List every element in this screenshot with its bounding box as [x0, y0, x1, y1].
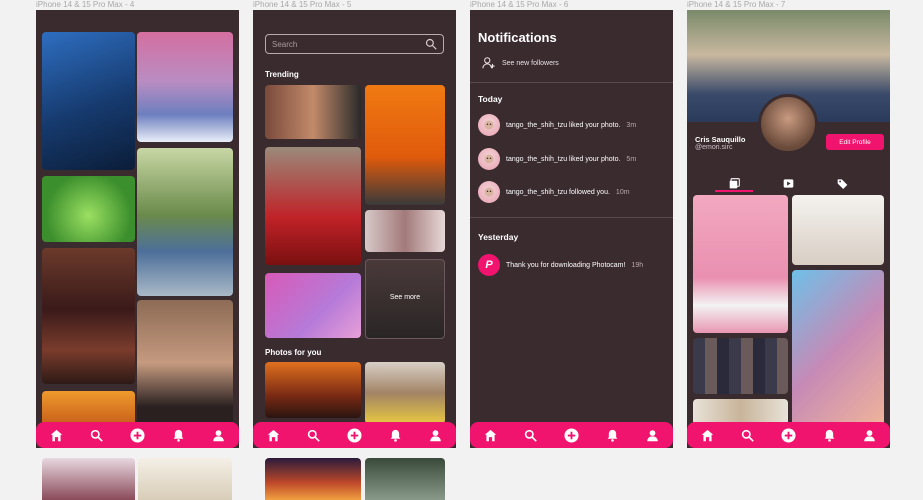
profile-photo-4[interactable] — [792, 270, 884, 426]
photos-tab-icon[interactable] — [727, 176, 741, 190]
dog-avatar — [478, 114, 500, 136]
notification-text: tango_the_shih_tzu followed you. — [506, 188, 610, 196]
add-user-icon — [482, 57, 495, 69]
frame-label-5: iPhone 14 & 15 Pro Max - 5 — [253, 0, 352, 9]
recommended-photo-1[interactable] — [265, 362, 361, 418]
photo-ladybugs[interactable] — [42, 176, 135, 242]
photo-camera-woman[interactable] — [42, 32, 135, 170]
search-icon — [425, 38, 437, 50]
search-icon[interactable] — [89, 427, 105, 443]
trending-photo-4[interactable] — [365, 210, 445, 252]
bottom-navbar — [253, 422, 456, 448]
profile-photo-1[interactable] — [693, 195, 788, 333]
see-new-followers-label: See new followers — [502, 59, 559, 67]
avatar[interactable] — [758, 94, 818, 154]
trending-photo-2[interactable] — [365, 85, 445, 205]
search-icon[interactable] — [306, 427, 322, 443]
home-icon[interactable] — [699, 427, 715, 443]
notifications-screen: Notifications See new followers Today ta… — [470, 10, 673, 448]
photocam-logo-icon: P — [478, 254, 500, 276]
search-icon[interactable] — [523, 427, 539, 443]
profile-handle: @emori.sirc — [695, 144, 733, 151]
bottom-navbar — [687, 422, 890, 448]
profile-photo-2[interactable] — [792, 195, 884, 265]
notification-time: 3m — [626, 121, 637, 129]
profile-photo-3[interactable] — [693, 338, 788, 394]
add-icon[interactable] — [346, 427, 362, 443]
bottom-navbar — [36, 422, 239, 448]
notification-item[interactable]: tango_the_shih_tzu liked your photo. 5m — [478, 148, 636, 170]
profile-name: Cris Sauquillo — [695, 135, 746, 144]
home-icon[interactable] — [48, 427, 64, 443]
search-placeholder: Search — [272, 39, 298, 49]
notification-time: 10m — [615, 188, 630, 196]
see-more-tile[interactable]: See more — [365, 259, 445, 339]
dog-avatar — [478, 181, 500, 203]
user-icon[interactable] — [862, 427, 878, 443]
frame-label-6: iPhone 14 & 15 Pro Max - 6 — [470, 0, 569, 9]
search-input[interactable]: Search — [265, 34, 444, 54]
bell-icon[interactable] — [604, 427, 620, 443]
divider — [470, 82, 673, 83]
notification-text: tango_the_shih_tzu liked your photo. — [506, 121, 621, 129]
see-new-followers-link[interactable]: See new followers — [482, 56, 559, 70]
trending-photo-3[interactable] — [265, 147, 361, 265]
photo-celebrity[interactable] — [137, 300, 233, 426]
home-screen — [36, 10, 239, 448]
overflow-photo-person — [365, 458, 445, 500]
notification-time: 19h — [631, 261, 644, 269]
home-icon[interactable] — [265, 427, 281, 443]
notification-item[interactable]: tango_the_shih_tzu liked your photo. 3m — [478, 114, 636, 136]
notification-item[interactable]: tango_the_shih_tzu followed you. 10m — [478, 181, 630, 203]
photos-for-you-heading: Photos for you — [265, 348, 322, 357]
frame-label-4: iPhone 14 & 15 Pro Max - 4 — [36, 0, 135, 9]
dog-avatar — [478, 148, 500, 170]
notification-item[interactable]: P Thank you for downloading Photocam! 19… — [478, 254, 643, 276]
add-icon[interactable] — [563, 427, 579, 443]
see-more-label: See more — [389, 294, 421, 301]
today-heading: Today — [478, 94, 503, 104]
trending-photo-1[interactable] — [265, 85, 361, 139]
edit-profile-button[interactable]: Edit Profile — [826, 134, 884, 150]
notifications-title: Notifications — [478, 30, 557, 45]
bottom-navbar — [470, 422, 673, 448]
bell-icon[interactable] — [387, 427, 403, 443]
user-icon[interactable] — [428, 427, 444, 443]
home-icon[interactable] — [482, 427, 498, 443]
profile-screen: Cris Sauquillo @emori.sirc Edit Profile — [687, 10, 890, 448]
frame-label-7: iPhone 14 & 15 Pro Max - 7 — [687, 0, 786, 9]
bell-icon[interactable] — [821, 427, 837, 443]
bell-icon[interactable] — [170, 427, 186, 443]
search-icon[interactable] — [740, 427, 756, 443]
add-icon[interactable] — [129, 427, 145, 443]
overflow-photo-anime — [42, 458, 135, 500]
recommended-photo-2[interactable] — [365, 362, 445, 424]
user-icon[interactable] — [211, 427, 227, 443]
overflow-photo-character — [138, 458, 232, 500]
photo-woman-sitting[interactable] — [137, 148, 233, 296]
tagged-tab-icon[interactable] — [835, 176, 849, 190]
photo-mountains[interactable] — [137, 32, 233, 142]
yesterday-heading: Yesterday — [478, 232, 519, 242]
explore-screen: Search Trending See more Photos for you — [253, 10, 456, 448]
active-tab-indicator — [715, 190, 753, 192]
trending-photo-5[interactable] — [265, 273, 361, 338]
divider — [470, 217, 673, 218]
photo-anime-character[interactable] — [42, 248, 135, 384]
trending-heading: Trending — [265, 70, 299, 79]
videos-tab-icon[interactable] — [781, 176, 795, 190]
notification-text: Thank you for downloading Photocam! — [506, 261, 626, 269]
overflow-photo-poster — [265, 458, 361, 500]
notification-time: 5m — [626, 155, 637, 163]
add-icon[interactable] — [780, 427, 796, 443]
user-icon[interactable] — [645, 427, 661, 443]
notification-text: tango_the_shih_tzu liked your photo. — [506, 155, 621, 163]
